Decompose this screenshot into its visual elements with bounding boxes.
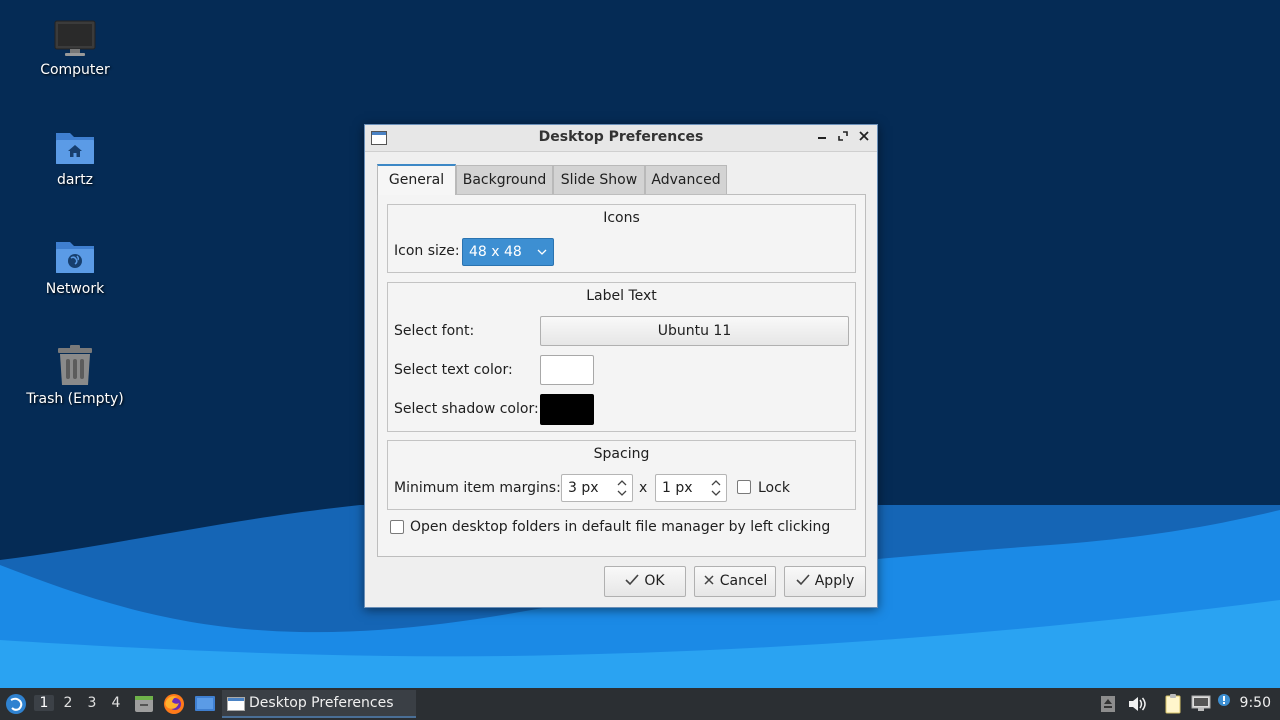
- desktop-icon-label: dartz: [56, 172, 94, 188]
- desktop-preferences-dialog: Desktop Preferences General Background S…: [364, 124, 878, 608]
- eject-icon[interactable]: [1100, 695, 1116, 713]
- workspace-3[interactable]: 3: [82, 695, 102, 711]
- shadow-color-button[interactable]: [540, 394, 594, 425]
- cancel-button[interactable]: Cancel: [694, 566, 776, 597]
- title-bar[interactable]: Desktop Preferences: [365, 125, 877, 152]
- cancel-icon: [704, 575, 714, 585]
- start-menu-icon[interactable]: [5, 693, 27, 715]
- group-title: Spacing: [593, 446, 650, 462]
- text-color-button[interactable]: [540, 355, 594, 385]
- window-icon: [227, 697, 245, 711]
- general-tab-panel: Icons Icon size: 48 x 48 Label Text Sele…: [377, 194, 866, 557]
- taskbar: 1 2 3 4 Desktop Preferences 9:50: [0, 688, 1280, 720]
- apply-label: Apply: [814, 573, 855, 589]
- spin-arrows-icon[interactable]: [616, 477, 628, 499]
- margin-x-value: 3 px: [568, 480, 599, 496]
- select-font-label: Select font:: [394, 323, 475, 339]
- icons-group: Icons Icon size: 48 x 48: [387, 204, 856, 273]
- workspace-2[interactable]: 2: [58, 695, 78, 711]
- ok-label: OK: [644, 573, 665, 589]
- minimize-icon: [818, 137, 826, 139]
- tab-slide-show[interactable]: Slide Show: [553, 165, 645, 194]
- clipboard-icon[interactable]: [1164, 694, 1182, 714]
- volume-icon[interactable]: [1127, 695, 1147, 713]
- firefox-icon[interactable]: [163, 693, 185, 715]
- tab-general[interactable]: General: [377, 164, 456, 195]
- group-title: Label Text: [586, 288, 657, 304]
- icon-size-label: Icon size:: [394, 243, 460, 259]
- select-text-color-label: Select text color:: [394, 362, 513, 378]
- icon-size-value: 48 x 48: [469, 244, 522, 260]
- label-text-group: Label Text Select font: Ubuntu 11 Select…: [387, 282, 856, 432]
- minimize-button[interactable]: [813, 128, 831, 148]
- font-chooser-button[interactable]: Ubuntu 11: [540, 316, 849, 346]
- select-shadow-color-label: Select shadow color:: [394, 401, 539, 417]
- desktop-icon-trash[interactable]: Trash (Empty): [15, 345, 135, 407]
- home-folder-icon: [56, 133, 94, 164]
- close-button[interactable]: [855, 128, 873, 148]
- minimum-margins-label: Minimum item margins:: [394, 480, 561, 496]
- ok-button[interactable]: OK: [604, 566, 686, 597]
- desktop-icon-network[interactable]: Network: [15, 237, 135, 297]
- trash-icon: [58, 345, 92, 385]
- maximize-icon: [838, 131, 848, 141]
- file-manager-icon[interactable]: [134, 694, 154, 714]
- lock-label: Lock: [758, 480, 790, 496]
- lock-checkbox[interactable]: [737, 480, 751, 494]
- close-icon: [859, 131, 869, 141]
- icon-size-select[interactable]: 48 x 48: [462, 238, 554, 266]
- apply-button[interactable]: Apply: [784, 566, 866, 597]
- check-icon: [796, 574, 810, 586]
- margin-x-spinner[interactable]: 3 px: [561, 474, 633, 502]
- computer-icon: [54, 20, 96, 56]
- clock[interactable]: 9:50: [1240, 695, 1271, 711]
- maximize-button[interactable]: [834, 128, 852, 148]
- spacing-group: Spacing Minimum item margins: 3 px x 1 p…: [387, 440, 856, 510]
- desktop-icon-home[interactable]: dartz: [15, 128, 135, 188]
- check-icon: [625, 574, 639, 586]
- open-folders-checkbox[interactable]: [390, 520, 404, 534]
- task-label: Desktop Preferences: [249, 695, 394, 711]
- taskbar-task-desktop-preferences[interactable]: Desktop Preferences: [222, 690, 416, 718]
- tab-background[interactable]: Background: [456, 165, 553, 194]
- margin-y-spinner[interactable]: 1 px: [655, 474, 727, 502]
- chevron-down-icon: [537, 239, 547, 274]
- desktop-icon-computer[interactable]: Computer: [15, 18, 135, 78]
- open-folders-label[interactable]: Open desktop folders in default file man…: [410, 519, 830, 535]
- desktop-icon-label: Trash (Empty): [26, 391, 124, 407]
- workspace-1[interactable]: 1: [34, 695, 54, 711]
- network-folder-icon: [56, 242, 94, 273]
- cancel-label: Cancel: [719, 573, 768, 589]
- workspace-4[interactable]: 4: [106, 695, 126, 711]
- margin-separator: x: [639, 480, 648, 496]
- group-title: Icons: [603, 210, 640, 226]
- margin-y-value: 1 px: [662, 480, 693, 496]
- tab-advanced[interactable]: Advanced: [645, 165, 727, 194]
- update-notifier-icon[interactable]: [1216, 693, 1234, 713]
- desktop-icon-label: Network: [45, 281, 105, 297]
- spin-arrows-icon[interactable]: [710, 477, 722, 499]
- network-status-icon[interactable]: [1191, 695, 1211, 713]
- show-desktop-icon[interactable]: [194, 694, 216, 714]
- desktop-icon-label: Computer: [40, 62, 110, 78]
- dialog-title: Desktop Preferences: [538, 129, 704, 145]
